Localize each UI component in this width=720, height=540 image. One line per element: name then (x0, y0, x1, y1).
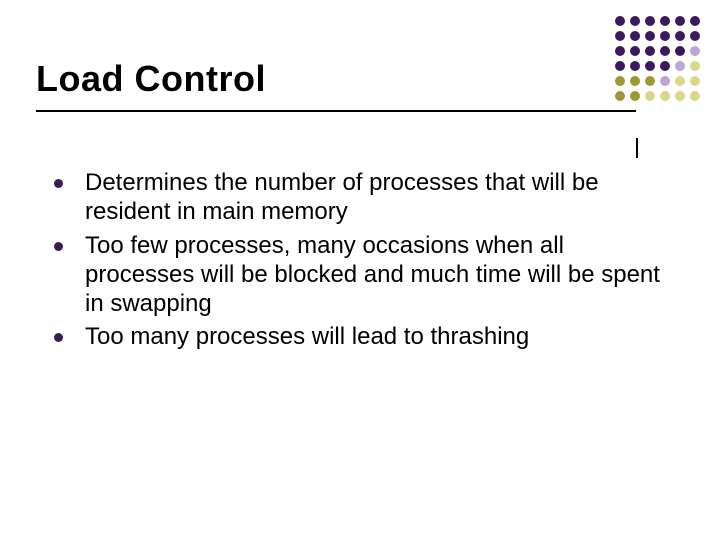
dot-icon (630, 76, 640, 86)
title-underline (36, 110, 636, 112)
list-item: Determines the number of processes that … (54, 168, 666, 227)
dot-icon (660, 76, 670, 86)
bullet-icon (54, 333, 63, 342)
dot-icon (645, 91, 655, 101)
dot-icon (615, 31, 625, 41)
dot-icon (690, 91, 700, 101)
dot-icon (660, 31, 670, 41)
dot-icon (675, 91, 685, 101)
dot-icon (660, 16, 670, 26)
bullet-text: Determines the number of processes that … (85, 168, 666, 227)
list-item: Too many processes will lead to thrashin… (54, 322, 666, 351)
bullet-icon (54, 179, 63, 188)
dot-icon (690, 31, 700, 41)
bullet-text: Too many processes will lead to thrashin… (85, 322, 529, 351)
dot-icon (690, 46, 700, 56)
dot-icon (645, 61, 655, 71)
decorative-dot-grid (615, 16, 702, 103)
slide: Load Control Determines the number of pr… (0, 0, 720, 540)
dot-icon (675, 31, 685, 41)
dot-icon (615, 16, 625, 26)
dot-icon (630, 46, 640, 56)
dot-icon (630, 16, 640, 26)
dot-icon (615, 46, 625, 56)
bullet-text: Too few processes, many occasions when a… (85, 231, 666, 319)
dot-icon (615, 76, 625, 86)
dot-icon (660, 91, 670, 101)
bullet-list: Determines the number of processes that … (54, 168, 666, 356)
dot-icon (630, 91, 640, 101)
dot-icon (690, 16, 700, 26)
slide-title: Load Control (36, 58, 266, 100)
dot-icon (645, 76, 655, 86)
dot-icon (690, 61, 700, 71)
dot-icon (630, 61, 640, 71)
dot-icon (660, 46, 670, 56)
dot-icon (615, 91, 625, 101)
dot-icon (675, 46, 685, 56)
dot-icon (675, 16, 685, 26)
dot-icon (645, 31, 655, 41)
axis-tick-icon (636, 138, 638, 158)
dot-icon (630, 31, 640, 41)
bullet-icon (54, 242, 63, 251)
dot-icon (690, 76, 700, 86)
dot-icon (660, 61, 670, 71)
dot-icon (675, 61, 685, 71)
dot-icon (615, 61, 625, 71)
dot-icon (645, 16, 655, 26)
list-item: Too few processes, many occasions when a… (54, 231, 666, 319)
dot-icon (645, 46, 655, 56)
dot-icon (675, 76, 685, 86)
